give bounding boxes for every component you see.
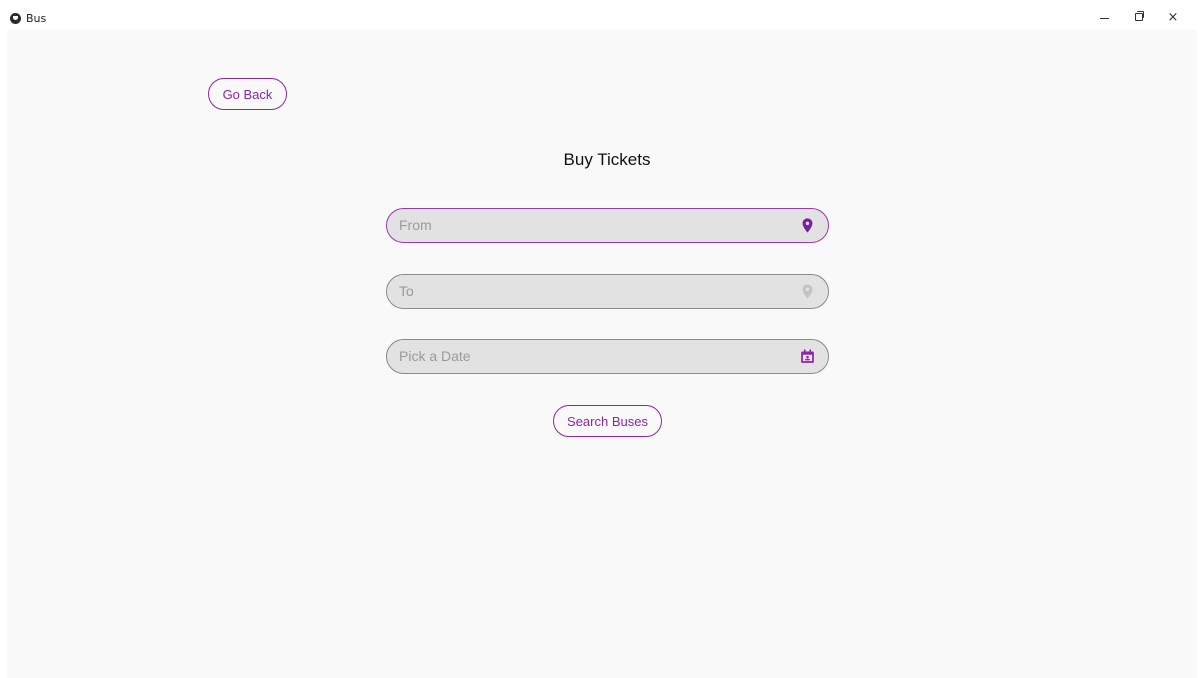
minimize-button[interactable] — [1093, 8, 1117, 28]
title-bar: Bus × — [0, 0, 1203, 30]
date-picker-input[interactable]: Pick a Date — [386, 339, 829, 374]
page-title: Buy Tickets — [563, 150, 651, 169]
app-window: Bus × Go Back Buy Tickets From To Pick a… — [0, 0, 1203, 678]
go-back-button[interactable]: Go Back — [208, 78, 287, 110]
restore-button[interactable] — [1127, 8, 1151, 28]
window-title: Bus — [26, 12, 47, 25]
search-buses-button[interactable]: Search Buses — [553, 405, 662, 437]
map-marker-icon — [802, 218, 813, 233]
to-placeholder: To — [399, 283, 414, 299]
from-placeholder: From — [399, 217, 432, 233]
to-input[interactable]: To — [386, 274, 829, 309]
date-placeholder: Pick a Date — [399, 348, 471, 364]
app-logo-icon — [10, 13, 21, 24]
from-input[interactable]: From — [386, 208, 829, 243]
close-icon: × — [1167, 10, 1179, 25]
close-button[interactable]: × — [1161, 8, 1185, 28]
map-marker-icon — [802, 284, 813, 299]
minimize-icon — [1100, 18, 1109, 19]
calendar-icon[interactable] — [799, 348, 816, 365]
main-content: Go Back Buy Tickets From To Pick a Date — [7, 30, 1197, 678]
